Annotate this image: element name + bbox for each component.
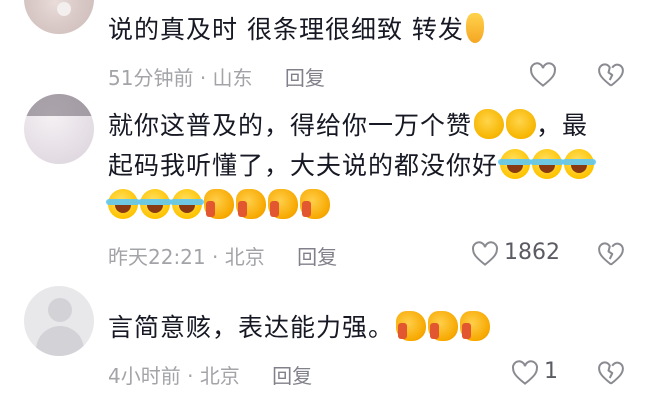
reply-button[interactable]: 回复 (272, 364, 312, 388)
avatar[interactable] (24, 286, 94, 356)
comment-location: 北京 (224, 245, 265, 269)
dislike-broken-heart-icon[interactable] (596, 358, 626, 388)
comment-time: 昨天22:21 (108, 245, 206, 269)
avatar-spot (57, 2, 71, 16)
thumbs-up-icon (204, 189, 234, 219)
dislike-broken-heart-icon[interactable] (596, 60, 626, 90)
comment-text-container: 说的真及时 很条理很细致 转发 (108, 10, 632, 50)
comment-line (106, 186, 632, 226)
pinch-heart-emoji-icon (465, 13, 484, 43)
thumbs-up-icon (396, 311, 427, 341)
thumbs-up-icon (460, 311, 491, 341)
avatar[interactable] (24, 94, 94, 164)
like-heart-icon[interactable] (470, 239, 500, 269)
thumbs-up-icon (268, 189, 298, 219)
dislike-broken-heart-icon[interactable] (596, 239, 626, 269)
tears-of-joy-icon (498, 149, 533, 179)
tears-of-joy-icon (138, 189, 172, 219)
clapping-hands-icon (506, 109, 537, 139)
avatar-shoulders (36, 326, 84, 356)
comment-text: 说的真及时 很条理很细致 转发 (108, 15, 464, 44)
separator: · (212, 245, 219, 269)
thumbs-up-icon (428, 311, 459, 341)
tears-of-joy-icon (106, 189, 140, 219)
comment-text: 起码我听懂了，大夫说的都没你好 (108, 151, 499, 180)
comment-line: 就你这普及的，得给你一万个赞 ，最 (108, 106, 632, 146)
like-count: 1862 (504, 240, 560, 265)
comment-meta: 51分钟前 · 山东 回复 (108, 62, 325, 91)
thumbs-up-icon (236, 189, 266, 219)
comment-line: 起码我听懂了，大夫说的都没你好 (108, 146, 632, 186)
comment-text-container: 就你这普及的，得给你一万个赞 ，最 起码我听懂了，大夫说的都没你好 (106, 106, 632, 226)
like-heart-icon[interactable] (510, 358, 540, 388)
tears-of-joy-icon (530, 149, 565, 179)
comment-text: ，最 (536, 111, 589, 140)
tears-of-joy-icon (170, 189, 204, 219)
avatar-head (48, 298, 72, 322)
comment-meta: 昨天22:21 · 北京 回复 (108, 241, 337, 270)
comment-text: 言简意赅，表达能力强。 (108, 313, 395, 342)
reply-button[interactable]: 回复 (285, 66, 325, 90)
avatar-shade (24, 94, 94, 116)
tears-of-joy-icon (562, 149, 597, 179)
comment-location: 山东 (212, 66, 253, 90)
comment-location: 北京 (199, 364, 240, 388)
comment-text-container: 言简意赅，表达能力强。 (108, 308, 632, 348)
separator: · (187, 364, 194, 388)
thumbs-up-icon (300, 189, 330, 219)
avatar[interactable] (24, 0, 94, 34)
comment-text: 就你这普及的，得给你一万个赞 (108, 111, 473, 140)
comment-meta: 4小时前 · 北京 回复 (108, 360, 312, 389)
clapping-hands-icon (474, 109, 505, 139)
reply-button[interactable]: 回复 (297, 245, 337, 269)
like-heart-icon[interactable] (528, 60, 558, 90)
like-count: 1 (544, 359, 558, 384)
comment-time: 4小时前 (108, 364, 181, 388)
comment-time: 51分钟前 (108, 66, 194, 90)
separator: · (199, 66, 207, 90)
